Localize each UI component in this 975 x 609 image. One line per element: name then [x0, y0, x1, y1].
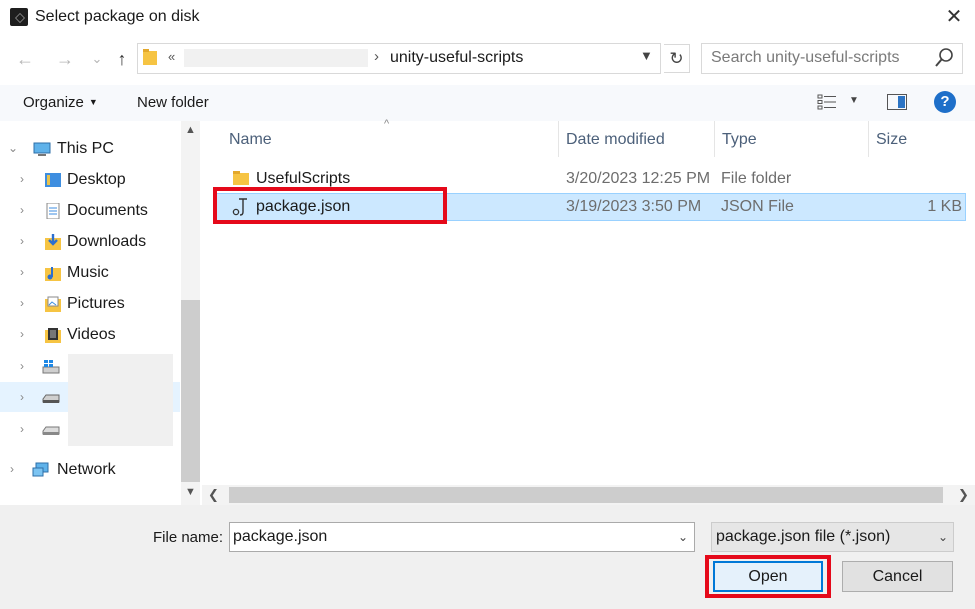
chevron-down-icon[interactable]: ⌄ — [678, 530, 688, 544]
redacted-drive-labels — [68, 354, 173, 446]
pc-icon — [33, 142, 51, 156]
scroll-up-icon[interactable]: ▲ — [181, 124, 200, 136]
file-date: 3/19/2023 3:50 PM — [566, 198, 702, 215]
desktop-icon — [45, 173, 61, 187]
back-arrow-icon[interactable]: ← — [12, 46, 38, 72]
file-size: 1 KB — [927, 198, 962, 215]
pictures-icon — [45, 296, 61, 312]
chevron-right-icon[interactable]: › — [20, 359, 24, 373]
chevron-right-icon[interactable]: › — [20, 296, 24, 310]
downloads-icon — [45, 234, 61, 250]
network-icon — [32, 462, 49, 477]
chevron-right-icon[interactable]: › — [20, 203, 24, 217]
nav-label: Pictures — [67, 295, 125, 312]
os-drive-icon — [42, 360, 60, 374]
highlight-box — [705, 555, 831, 598]
nav-item-network[interactable]: › Network — [0, 454, 180, 485]
column-header-type[interactable]: Type — [722, 131, 757, 149]
organize-button[interactable]: Organize ▼ — [23, 94, 98, 111]
preview-pane-icon[interactable] — [887, 94, 907, 110]
view-caret-icon[interactable]: ▼ — [849, 95, 859, 106]
nav-label: Documents — [67, 202, 148, 219]
search-placeholder: Search unity-useful-scripts — [711, 49, 900, 66]
chevron-down-icon[interactable]: ⌄ — [8, 141, 18, 155]
recent-locations-icon[interactable]: ⌄ — [84, 46, 110, 72]
column-divider[interactable] — [714, 121, 715, 157]
overflow-chevron-icon[interactable]: « — [168, 49, 175, 64]
chevron-right-icon[interactable]: › — [20, 327, 24, 341]
window-title: Select package on disk — [35, 8, 200, 25]
nav-scrollbar-thumb[interactable] — [181, 300, 200, 482]
nav-item-pictures[interactable]: › Pictures — [0, 288, 180, 319]
close-button[interactable]: ✕ — [940, 4, 968, 30]
scroll-right-icon[interactable]: ❯ — [958, 487, 969, 503]
chevron-right-icon[interactable]: › — [20, 234, 24, 248]
up-arrow-icon[interactable]: ↑ — [109, 46, 135, 72]
breadcrumb-separator-icon[interactable]: › — [374, 48, 379, 65]
breadcrumb-current[interactable]: unity-useful-scripts — [390, 49, 523, 67]
chevron-right-icon[interactable]: › — [10, 462, 14, 476]
nav-label: Videos — [67, 326, 116, 343]
redacted-path — [184, 49, 368, 67]
nav-item-downloads[interactable]: › Downloads — [0, 226, 180, 257]
sort-ascending-icon: ^ — [384, 118, 390, 130]
cancel-button[interactable]: Cancel — [842, 561, 953, 592]
drive-icon — [42, 426, 60, 435]
nav-label: This PC — [57, 140, 114, 157]
filename-label: File name: — [153, 529, 224, 546]
file-name: UsefulScripts — [256, 170, 351, 187]
documents-icon — [46, 203, 60, 219]
chevron-right-icon[interactable]: › — [20, 422, 24, 436]
file-type: JSON File — [721, 198, 794, 215]
unity-app-icon — [10, 8, 28, 26]
column-header-size[interactable]: Size — [876, 131, 907, 149]
nav-label: Desktop — [67, 171, 126, 188]
chevron-down-icon[interactable]: ⌄ — [938, 530, 948, 544]
nav-label: Downloads — [67, 233, 147, 250]
folder-icon — [233, 171, 249, 185]
column-header-name[interactable]: Name — [229, 131, 272, 149]
chevron-right-icon[interactable]: › — [20, 265, 24, 279]
file-type: File folder — [721, 170, 792, 187]
nav-label: Music — [67, 264, 109, 281]
videos-icon — [45, 328, 61, 343]
filename-value[interactable]: package.json — [233, 528, 327, 546]
music-icon — [45, 267, 61, 281]
file-date: 3/20/2023 12:25 PM — [566, 170, 711, 187]
nav-item-this-pc[interactable]: ⌄ This PC — [0, 133, 180, 164]
filetype-value[interactable]: package.json file (*.json) — [716, 528, 890, 546]
new-folder-button[interactable]: New folder — [137, 94, 209, 111]
folder-icon — [143, 49, 157, 65]
view-options-icon[interactable] — [817, 94, 837, 110]
nav-item-desktop[interactable]: › Desktop — [0, 164, 180, 195]
nav-item-videos[interactable]: › Videos — [0, 319, 180, 350]
nav-label: Network — [57, 461, 116, 478]
chevron-right-icon[interactable]: › — [20, 390, 24, 404]
organize-label: Organize — [23, 94, 84, 111]
column-divider[interactable] — [868, 121, 869, 157]
search-icon[interactable] — [934, 47, 954, 69]
refresh-button[interactable]: ↻ — [664, 44, 690, 73]
column-divider[interactable] — [558, 121, 559, 157]
caret-down-icon: ▼ — [88, 97, 98, 107]
forward-arrow-icon[interactable]: → — [52, 46, 78, 72]
horizontal-scrollbar-thumb[interactable] — [229, 487, 943, 503]
scroll-left-icon[interactable]: ❮ — [208, 487, 219, 503]
nav-item-documents[interactable]: › Documents — [0, 195, 180, 226]
highlight-box — [213, 187, 447, 224]
nav-item-music[interactable]: › Music — [0, 257, 180, 288]
drive-icon — [42, 394, 60, 403]
chevron-right-icon[interactable]: › — [20, 172, 24, 186]
scroll-down-icon[interactable]: ▼ — [181, 486, 200, 498]
chevron-down-icon[interactable]: ▼ — [640, 48, 653, 63]
help-icon[interactable]: ? — [934, 91, 956, 113]
column-header-date[interactable]: Date modified — [566, 131, 665, 149]
